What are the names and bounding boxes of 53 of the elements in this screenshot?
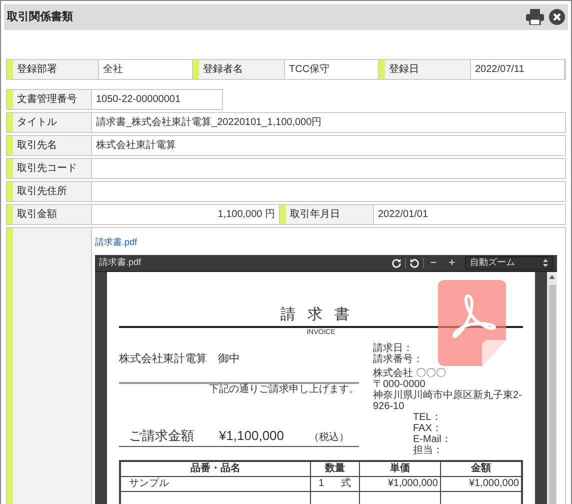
contact-field: E-Mail：: [413, 434, 452, 445]
zoom-out-button[interactable]: −: [424, 258, 443, 268]
printer-icon[interactable]: [526, 9, 544, 25]
issuer-info: 株式会社 〇〇〇: [373, 368, 446, 379]
field-label: タイトル: [7, 113, 92, 132]
file-name: 請求書.pdf: [99, 256, 142, 270]
field-label: 取引金額: [7, 205, 92, 224]
field-label: 取引先住所: [7, 182, 92, 201]
close-icon[interactable]: [549, 9, 565, 25]
field-value: 2022/01/01: [377, 208, 430, 222]
issuer-field: 請求番号：: [373, 354, 423, 365]
table-cell: ¥1,000,000: [360, 476, 440, 491]
field-label: 登録日: [379, 60, 471, 79]
table-header: 金額: [440, 461, 522, 476]
field-label: 取引先コード: [7, 159, 92, 178]
document-title: 請求書: [280, 306, 362, 324]
field-label: 登録者名: [193, 60, 285, 79]
pdf-icon: [438, 280, 506, 366]
field-label: 取引先名: [7, 136, 92, 155]
field-value: 株式会社東計電算: [95, 138, 177, 153]
field-label: 文書管理番号: [7, 90, 92, 109]
window-title: 取引関係書類: [7, 10, 73, 25]
field-value: 2022/07/11: [471, 60, 565, 79]
issuer-info: 〒000-0000: [373, 379, 426, 390]
recipient-name: 株式会社東計電算 御中: [119, 352, 240, 367]
updown-icon: [543, 259, 548, 267]
contact-field: TEL：: [413, 412, 442, 423]
rotate-counterclockwise-icon[interactable]: [409, 258, 420, 268]
contact-field: 担当：: [413, 445, 443, 456]
tax-note: （税込）: [308, 430, 349, 445]
issuer-field: 請求日：: [373, 343, 413, 354]
total-label: ご請求金額: [129, 426, 194, 444]
file-link[interactable]: 請求書.pdf: [95, 237, 138, 247]
issuer-info: 神奈川県川崎市中原区新丸子東2-926-10: [373, 390, 523, 412]
zoom-select[interactable]: 自動ズーム: [465, 256, 553, 270]
table-header: 品番・品名: [120, 461, 310, 476]
zoom-in-button[interactable]: +: [442, 258, 461, 268]
field-value: 1050-22-00000001: [95, 93, 182, 107]
table-header: 数量: [310, 461, 360, 476]
greeting-note: 下記の通りご請求申し上げます。: [208, 384, 359, 396]
contact-field: FAX：: [413, 423, 442, 434]
rotate-clockwise-icon[interactable]: [391, 258, 402, 268]
scroll-up-icon: [549, 275, 555, 279]
field-value: 請求書_株式会社東計電算_20220101_1,100,000円: [95, 116, 323, 130]
table-header: 単価: [360, 461, 440, 476]
table-cell: 式: [341, 478, 352, 490]
field-label: 取引年月日: [280, 205, 374, 224]
field-label: 登録部署: [7, 60, 99, 79]
table-cell: ¥1,000,000: [440, 476, 522, 491]
total-amount: ¥1,100,000: [218, 426, 284, 444]
table-cell: サンプル: [120, 476, 310, 491]
table-cell: 1: [318, 478, 324, 490]
scrollbar[interactable]: [547, 272, 557, 504]
